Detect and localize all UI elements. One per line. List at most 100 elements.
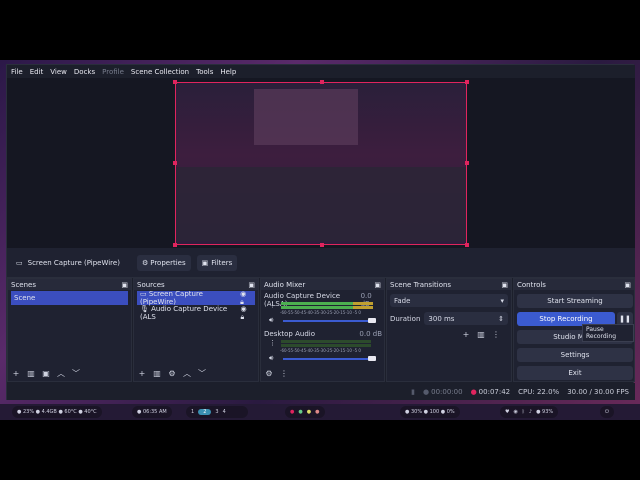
menu-file[interactable]: File	[11, 68, 23, 76]
kebab-icon[interactable]: ⋮	[269, 301, 276, 309]
resize-handle[interactable]	[465, 80, 469, 84]
workspace-2[interactable]: 2	[198, 409, 212, 415]
visibility-icon[interactable]: ◉	[240, 290, 246, 298]
add-icon[interactable]: +	[461, 329, 471, 339]
nested-obs-ui	[176, 167, 466, 241]
dock-icon[interactable]: ▣	[624, 281, 631, 289]
volume-slider[interactable]	[283, 320, 373, 322]
dock-icon[interactable]: ▣	[374, 281, 381, 289]
heart-icon[interactable]: ♥	[505, 409, 509, 415]
power-icon[interactable]: ⏻	[600, 406, 614, 418]
filter-icon: ▣	[201, 258, 209, 267]
status-bar: ▮ ● 00:00:00 ● 00:07:42 CPU: 22.0% 30.00…	[7, 383, 635, 400]
scenes-footer: + ▥ ▣ ︿ ﹀	[11, 368, 86, 378]
volume-slider-knob[interactable]	[368, 356, 376, 361]
bluetooth-icon[interactable]: ᛒ	[522, 409, 525, 415]
app-icon[interactable]: ●	[307, 409, 311, 415]
transition-select[interactable]: Fade ▾	[390, 294, 508, 307]
workspace-4[interactable]: 4	[223, 409, 226, 415]
menu-tools[interactable]: Tools	[196, 68, 213, 76]
stream-indicator-icon: ●	[423, 387, 430, 396]
source-toolbar: ▭ Screen Capture (PipeWire) ⚙ Properties…	[7, 248, 635, 278]
dock-icon[interactable]: ▣	[501, 281, 508, 289]
kebab-icon[interactable]: ⋮	[269, 339, 276, 347]
volume-meter	[281, 340, 371, 343]
filters-button[interactable]: ▣ Filters	[196, 254, 238, 271]
scene-item[interactable]: Scene	[11, 291, 128, 305]
app-icon[interactable]: ●	[298, 409, 302, 415]
menu-scene-collection[interactable]: Scene Collection	[131, 68, 189, 76]
sources-panel: Sources ▣ ▭ Screen Capture (PipeWire) ◉ 🔒…	[133, 278, 259, 382]
resize-handle[interactable]	[320, 243, 324, 247]
menu-help[interactable]: Help	[220, 68, 236, 76]
chevron-down-icon: ▾	[500, 296, 504, 305]
kebab-icon[interactable]: ⋮	[279, 368, 289, 378]
volume-meter	[353, 302, 373, 305]
volume-meter	[281, 302, 353, 305]
resize-handle[interactable]	[173, 161, 177, 165]
add-icon[interactable]: +	[137, 368, 147, 378]
cpu-usage: CPU: 22.0%	[518, 387, 560, 396]
screen-capture-preview[interactable]	[173, 80, 469, 247]
resize-handle[interactable]	[173, 243, 177, 247]
resize-handle[interactable]	[173, 80, 177, 84]
spinner-icon[interactable]: ⇕	[498, 315, 504, 323]
source-name: Screen Capture (PipeWire)	[27, 258, 120, 267]
properties-button[interactable]: ⚙ Properties	[136, 254, 191, 271]
trash-icon[interactable]: ▥	[152, 368, 162, 378]
pause-icon: ❚❚	[619, 315, 631, 323]
resize-handle[interactable]	[465, 161, 469, 165]
trash-icon[interactable]: ▥	[26, 368, 36, 378]
volume-meter	[281, 344, 371, 347]
lock-icon[interactable]: 🔒︎	[240, 313, 244, 321]
volume-slider-knob[interactable]	[368, 318, 376, 323]
advanced-audio-icon[interactable]: ⚙	[264, 368, 274, 378]
monitor-icon: ▭	[16, 258, 23, 267]
meter-scale: -60-55-50-45-40-35-30-25-20-15-10 -5 0	[280, 348, 361, 353]
mixer-footer: ⚙ ⋮	[264, 368, 294, 378]
filter-icon[interactable]: ▣	[41, 368, 51, 378]
workspace-3[interactable]: 3	[215, 409, 218, 415]
app-icon[interactable]: ●	[290, 409, 294, 415]
add-icon[interactable]: +	[11, 368, 21, 378]
speaker-icon[interactable]: 🔊︎	[269, 316, 273, 325]
resize-handle[interactable]	[465, 243, 469, 247]
controls-panel: Controls ▣ Start Streaming Stop Recording…	[513, 278, 635, 382]
volume-slider[interactable]	[283, 358, 373, 360]
gear-icon[interactable]: ⚙	[167, 368, 177, 378]
panel-title: Controls ▣	[514, 279, 634, 290]
menu-view[interactable]: View	[50, 68, 67, 76]
menu-docks[interactable]: Docks	[74, 68, 95, 76]
duration-row: Duration 300 ms ⇕	[390, 312, 508, 325]
move-down-icon[interactable]: ﹀	[71, 368, 81, 378]
visibility-icon[interactable]: ◉	[240, 305, 246, 313]
panel-title: Audio Mixer ▣	[261, 279, 384, 290]
source-item[interactable]: ▭ Screen Capture (PipeWire) ◉ 🔒︎	[137, 290, 255, 306]
resize-handle[interactable]	[320, 80, 324, 84]
preview-canvas[interactable]	[7, 78, 635, 248]
trash-icon[interactable]: ▥	[476, 329, 486, 339]
duration-input[interactable]: 300 ms ⇕	[424, 312, 508, 325]
start-streaming-button[interactable]: Start Streaming	[517, 294, 633, 308]
kebab-icon[interactable]: ⋮	[491, 329, 501, 339]
workspace-1[interactable]: 1	[191, 409, 194, 415]
move-up-icon[interactable]: ︿	[182, 368, 192, 378]
move-up-icon[interactable]: ︿	[56, 368, 66, 378]
gear-icon: ⚙	[141, 258, 149, 267]
settings-button[interactable]: Settings	[517, 348, 633, 362]
volume-icon[interactable]: ♪	[529, 409, 532, 415]
menu-edit[interactable]: Edit	[30, 68, 44, 76]
dock-icon[interactable]: ▣	[248, 281, 255, 289]
speaker-icon[interactable]: 🔊︎	[269, 354, 273, 363]
clock: ● 06:35 AM	[132, 406, 172, 418]
audio-mixer-panel: Audio Mixer ▣ Audio Capture Device (ALSA)…	[260, 278, 385, 382]
menu-profile[interactable]: Profile	[102, 68, 124, 76]
move-down-icon[interactable]: ﹀	[197, 368, 207, 378]
meter-scale: -60-55-50-45-40-35-30-25-20-15-10 -5 0	[280, 310, 361, 315]
dock-icon[interactable]: ▣	[121, 281, 128, 289]
app-icon[interactable]: ●	[315, 409, 319, 415]
exit-button[interactable]: Exit	[517, 366, 633, 380]
source-item[interactable]: 🎙︎ Audio Capture Device (ALS ◉ 🔒︎	[137, 305, 255, 322]
menu-bar: File Edit View Docks Profile Scene Colle…	[7, 65, 635, 78]
wifi-icon[interactable]: ◉	[513, 409, 517, 415]
